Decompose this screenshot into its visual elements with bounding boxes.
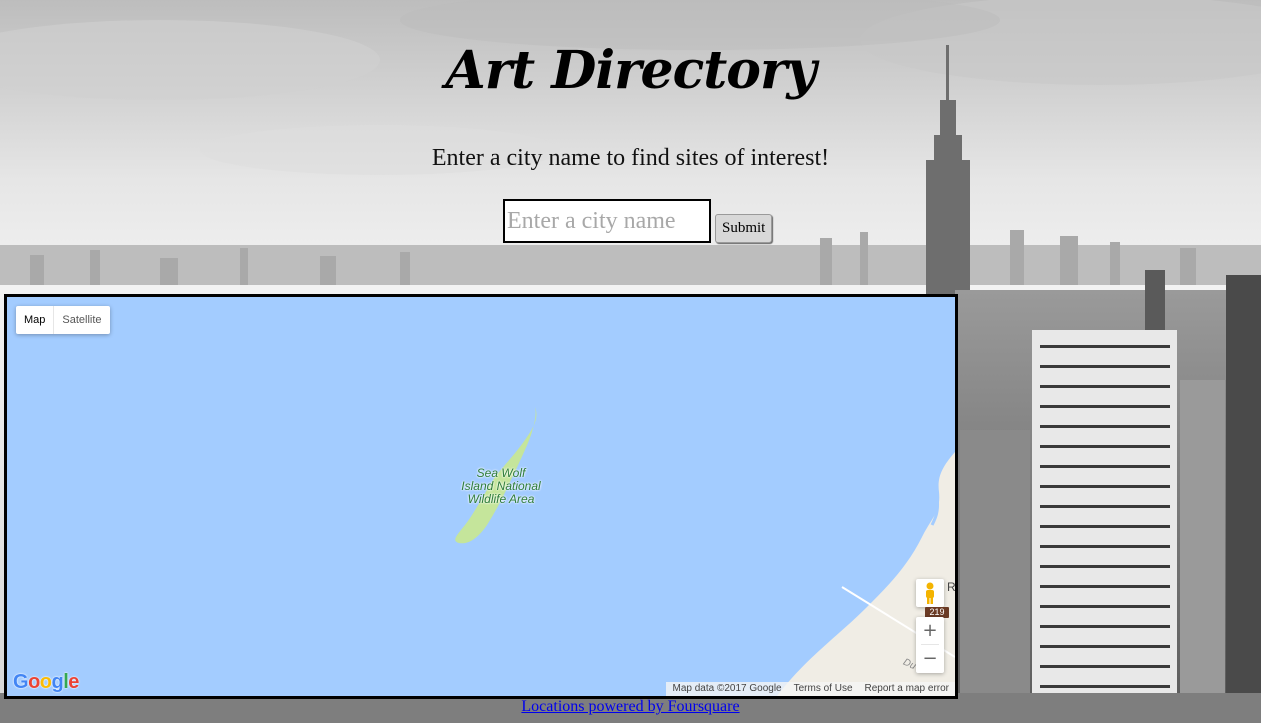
city-search-form: Submit xyxy=(503,199,773,243)
island-label: Sea Wolf Island National Wildlife Area xyxy=(461,466,541,506)
submit-button[interactable]: Submit xyxy=(715,214,773,243)
zoom-control: + − xyxy=(916,617,944,673)
street-view-pegman-icon[interactable] xyxy=(916,579,944,607)
foursquare-attribution-link[interactable]: Locations powered by Foursquare xyxy=(521,698,739,715)
map-type-map-button[interactable]: Map xyxy=(16,306,55,334)
shore-place-label: R xyxy=(947,580,956,594)
powered-by-footer: Locations powered by Foursquare xyxy=(0,698,1261,716)
page-subtitle: Enter a city name to find sites of inter… xyxy=(431,145,830,171)
map-type-satellite-button[interactable]: Satellite xyxy=(54,306,109,334)
map-data-attribution: Map data ©2017 Google xyxy=(672,683,782,694)
map-view[interactable]: Map Satellite Sea Wolf Island National W… xyxy=(4,294,958,699)
zoom-out-button[interactable]: − xyxy=(916,645,944,672)
terms-of-use-link[interactable]: Terms of Use xyxy=(788,682,859,696)
city-name-input[interactable] xyxy=(503,199,711,243)
zoom-in-button[interactable]: + xyxy=(916,617,944,644)
map-attribution: Map data ©2017 Google Terms of Use Repor… xyxy=(666,682,955,696)
report-map-error-link[interactable]: Report a map error xyxy=(859,682,955,696)
map-type-control: Map Satellite xyxy=(16,306,110,334)
google-logo[interactable]: Google xyxy=(13,671,79,694)
page-title: Art Directory xyxy=(445,40,816,101)
